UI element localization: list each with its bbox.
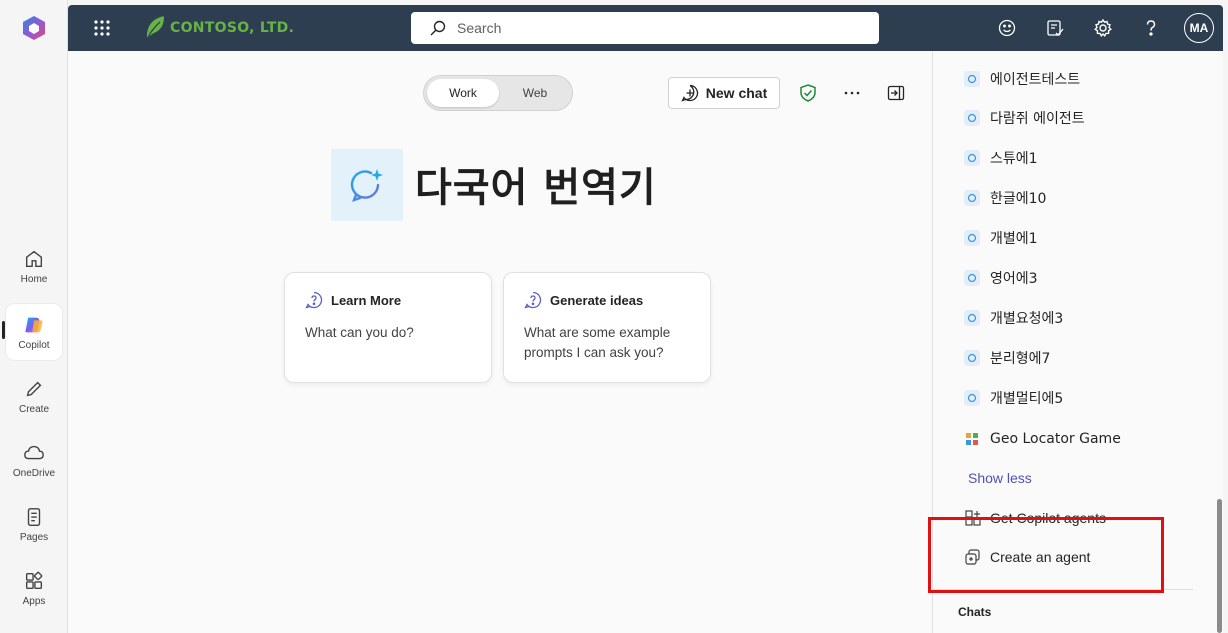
pages-icon <box>27 507 41 526</box>
more-options-button[interactable] <box>841 82 863 104</box>
question-bubble-icon <box>524 291 542 309</box>
agent-icon <box>964 310 980 326</box>
agent-item[interactable]: 영어에3 <box>964 267 1038 289</box>
collapse-panel-button[interactable] <box>885 82 907 104</box>
agent-item[interactable]: 스튜에1 <box>964 147 1038 169</box>
work-web-toggle[interactable]: Work Web <box>423 75 573 111</box>
card-title: Generate ideas <box>550 292 644 308</box>
agent-title: 다국어 번역기 <box>415 165 657 211</box>
agent-label: 한글에10 <box>990 191 1047 207</box>
agent-icon <box>964 350 980 366</box>
gear-icon <box>1094 18 1112 37</box>
app-launcher-icon[interactable] <box>92 18 112 38</box>
tasks-button[interactable] <box>1043 16 1067 40</box>
new-chat-button[interactable]: New chat <box>668 77 780 109</box>
leaf-icon <box>146 16 164 40</box>
agent-item[interactable]: 한글에10 <box>964 187 1046 209</box>
brand-name: CONTOSO, LTD. <box>170 20 295 36</box>
agent-item[interactable]: Geo Locator Game <box>964 428 1121 450</box>
game-icon <box>964 431 980 447</box>
top-header: CONTOSO, LTD. Search MA <box>68 5 1223 51</box>
chats-heading: Chats <box>958 605 992 619</box>
copilot-icon <box>25 317 43 332</box>
card-body: What are some example prompts I can ask … <box>524 325 671 360</box>
new-chat-label: New chat <box>705 85 768 101</box>
rail-label-create: Create <box>18 403 49 415</box>
agent-icon <box>964 230 980 246</box>
add-chat-icon <box>681 84 698 102</box>
card-title: Learn More <box>331 292 402 308</box>
settings-button[interactable] <box>1091 16 1115 40</box>
agent-item[interactable]: 분리형에7 <box>964 347 1050 369</box>
rail-label-pages: Pages <box>19 531 49 543</box>
agent-item[interactable]: 개별멀티에5 <box>964 387 1063 409</box>
agent-label: 영어에3 <box>990 271 1038 287</box>
prompt-card-learn-more[interactable]: Learn More What can you do? <box>284 272 492 383</box>
search-input[interactable]: Search <box>457 20 501 36</box>
rail-label-onedrive: OneDrive <box>12 467 56 479</box>
rail-label-copilot: Copilot <box>18 339 50 351</box>
rail-item-copilot[interactable]: Copilot <box>6 304 62 360</box>
highlight-box <box>928 517 1164 593</box>
agent-label: Geo Locator Game <box>990 431 1121 447</box>
agent-avatar <box>331 149 403 221</box>
cloud-icon <box>24 445 44 459</box>
rail-item-create[interactable]: Create <box>6 368 62 424</box>
agent-icon <box>964 270 980 286</box>
agent-icon <box>964 150 980 166</box>
card-body: What can you do? <box>305 325 414 340</box>
search-box[interactable]: Search <box>411 12 879 44</box>
chat-sparkle-icon <box>350 169 383 202</box>
checklist-icon <box>1047 20 1064 36</box>
panel-collapse-icon <box>887 85 905 101</box>
agent-label: 다람쥐 에이전트 <box>990 111 1085 127</box>
feedback-button[interactable] <box>995 16 1019 40</box>
help-icon <box>1146 20 1156 36</box>
agent-label: 개별요청에3 <box>990 311 1064 327</box>
agent-item[interactable]: 에이전트테스트 <box>964 68 1080 90</box>
apps-icon <box>25 571 43 589</box>
search-icon <box>430 20 446 36</box>
help-button[interactable] <box>1139 16 1163 40</box>
chat-main: Work Web New chat 다국어 번역기 Learn More Wha… <box>68 51 932 633</box>
protection-button[interactable] <box>797 82 819 104</box>
agent-icon <box>964 71 980 87</box>
agent-label: 분리형에7 <box>990 351 1051 367</box>
agent-icon <box>964 110 980 126</box>
agent-label: 스튜에1 <box>990 151 1038 167</box>
rail-label-home: Home <box>20 273 48 285</box>
show-less-link[interactable]: Show less <box>968 470 1032 486</box>
agent-label: 개별에1 <box>990 231 1038 247</box>
agent-item[interactable]: 다람쥐 에이전트 <box>964 107 1085 129</box>
smiley-icon <box>998 19 1016 37</box>
brand-logo[interactable]: CONTOSO, LTD. <box>144 15 294 41</box>
rail-item-onedrive[interactable]: OneDrive <box>6 432 62 488</box>
more-horizontal-icon <box>844 91 860 95</box>
rail-item-home[interactable]: Home <box>6 238 62 294</box>
pen-icon <box>26 381 42 396</box>
m365-logo-icon[interactable] <box>20 14 48 42</box>
panel-scrollbar[interactable] <box>1217 499 1222 633</box>
app-rail: Home Copilot Create OneDrive Pages Apps <box>0 0 68 633</box>
agent-item[interactable]: 개별에1 <box>964 227 1038 249</box>
rail-item-pages[interactable]: Pages <box>6 496 62 552</box>
avatar[interactable]: MA <box>1184 13 1214 43</box>
question-bubble-icon <box>305 291 323 309</box>
agent-label: 에이전트테스트 <box>990 72 1081 88</box>
shield-check-icon <box>800 84 816 102</box>
agent-icon <box>964 190 980 206</box>
agent-icon <box>964 390 980 406</box>
home-icon <box>25 250 43 267</box>
agent-label: 개별멀티에5 <box>990 391 1064 407</box>
toggle-work[interactable]: Work <box>427 79 499 107</box>
rail-item-apps[interactable]: Apps <box>6 560 62 616</box>
rail-label-apps: Apps <box>22 595 46 607</box>
agent-item[interactable]: 개별요청에3 <box>964 307 1063 329</box>
toggle-web[interactable]: Web <box>502 79 568 107</box>
prompt-card-generate-ideas[interactable]: Generate ideas What are some example pro… <box>503 272 711 383</box>
rail-active-indicator <box>2 321 5 339</box>
